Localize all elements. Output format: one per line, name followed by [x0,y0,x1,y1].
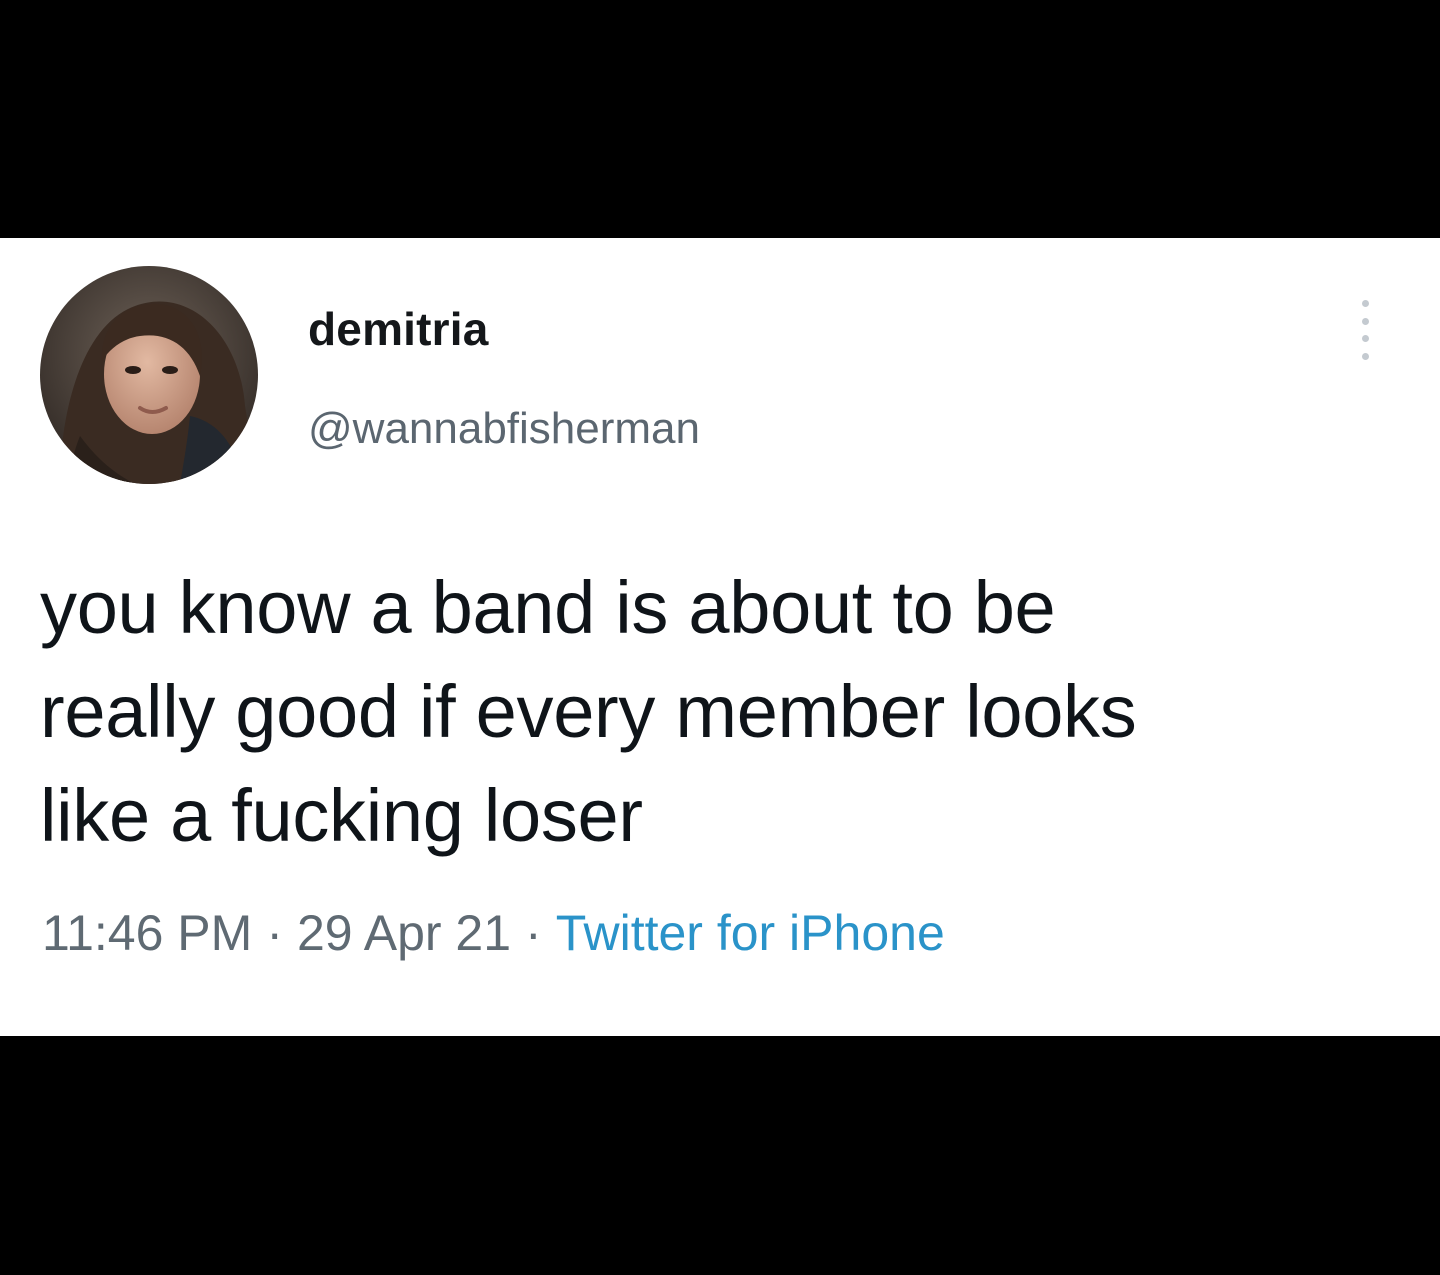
separator: · [266,905,283,961]
tweet-source-link[interactable]: Twitter for iPhone [556,905,945,961]
top-letterbox [0,0,1440,238]
tweet-text-line: really good if every member looks [40,670,1137,753]
vertical-ellipsis-icon [1361,300,1369,307]
avatar[interactable] [40,266,258,484]
tweet-text-line: like a fucking loser [40,774,643,857]
more-options-button[interactable] [1352,300,1378,360]
display-name[interactable]: demitria [308,302,489,356]
tweet-text: you know a band is about to be really go… [40,556,1410,868]
separator: · [525,905,542,961]
tweet-date[interactable]: 29 Apr 21 [297,905,511,961]
tweet-card: demitria @wannabfisherman you know a ban… [0,238,1440,1036]
bottom-letterbox [0,1036,1440,1275]
profile-photo-icon [40,266,258,484]
tweet-text-line: you know a band is about to be [40,566,1056,649]
user-handle[interactable]: @wannabfisherman [308,404,700,454]
tweet-time[interactable]: 11:46 PM [42,905,252,961]
tweet-metadata: 11:46 PM · 29 Apr 21 · Twitter for iPhone [42,904,945,962]
